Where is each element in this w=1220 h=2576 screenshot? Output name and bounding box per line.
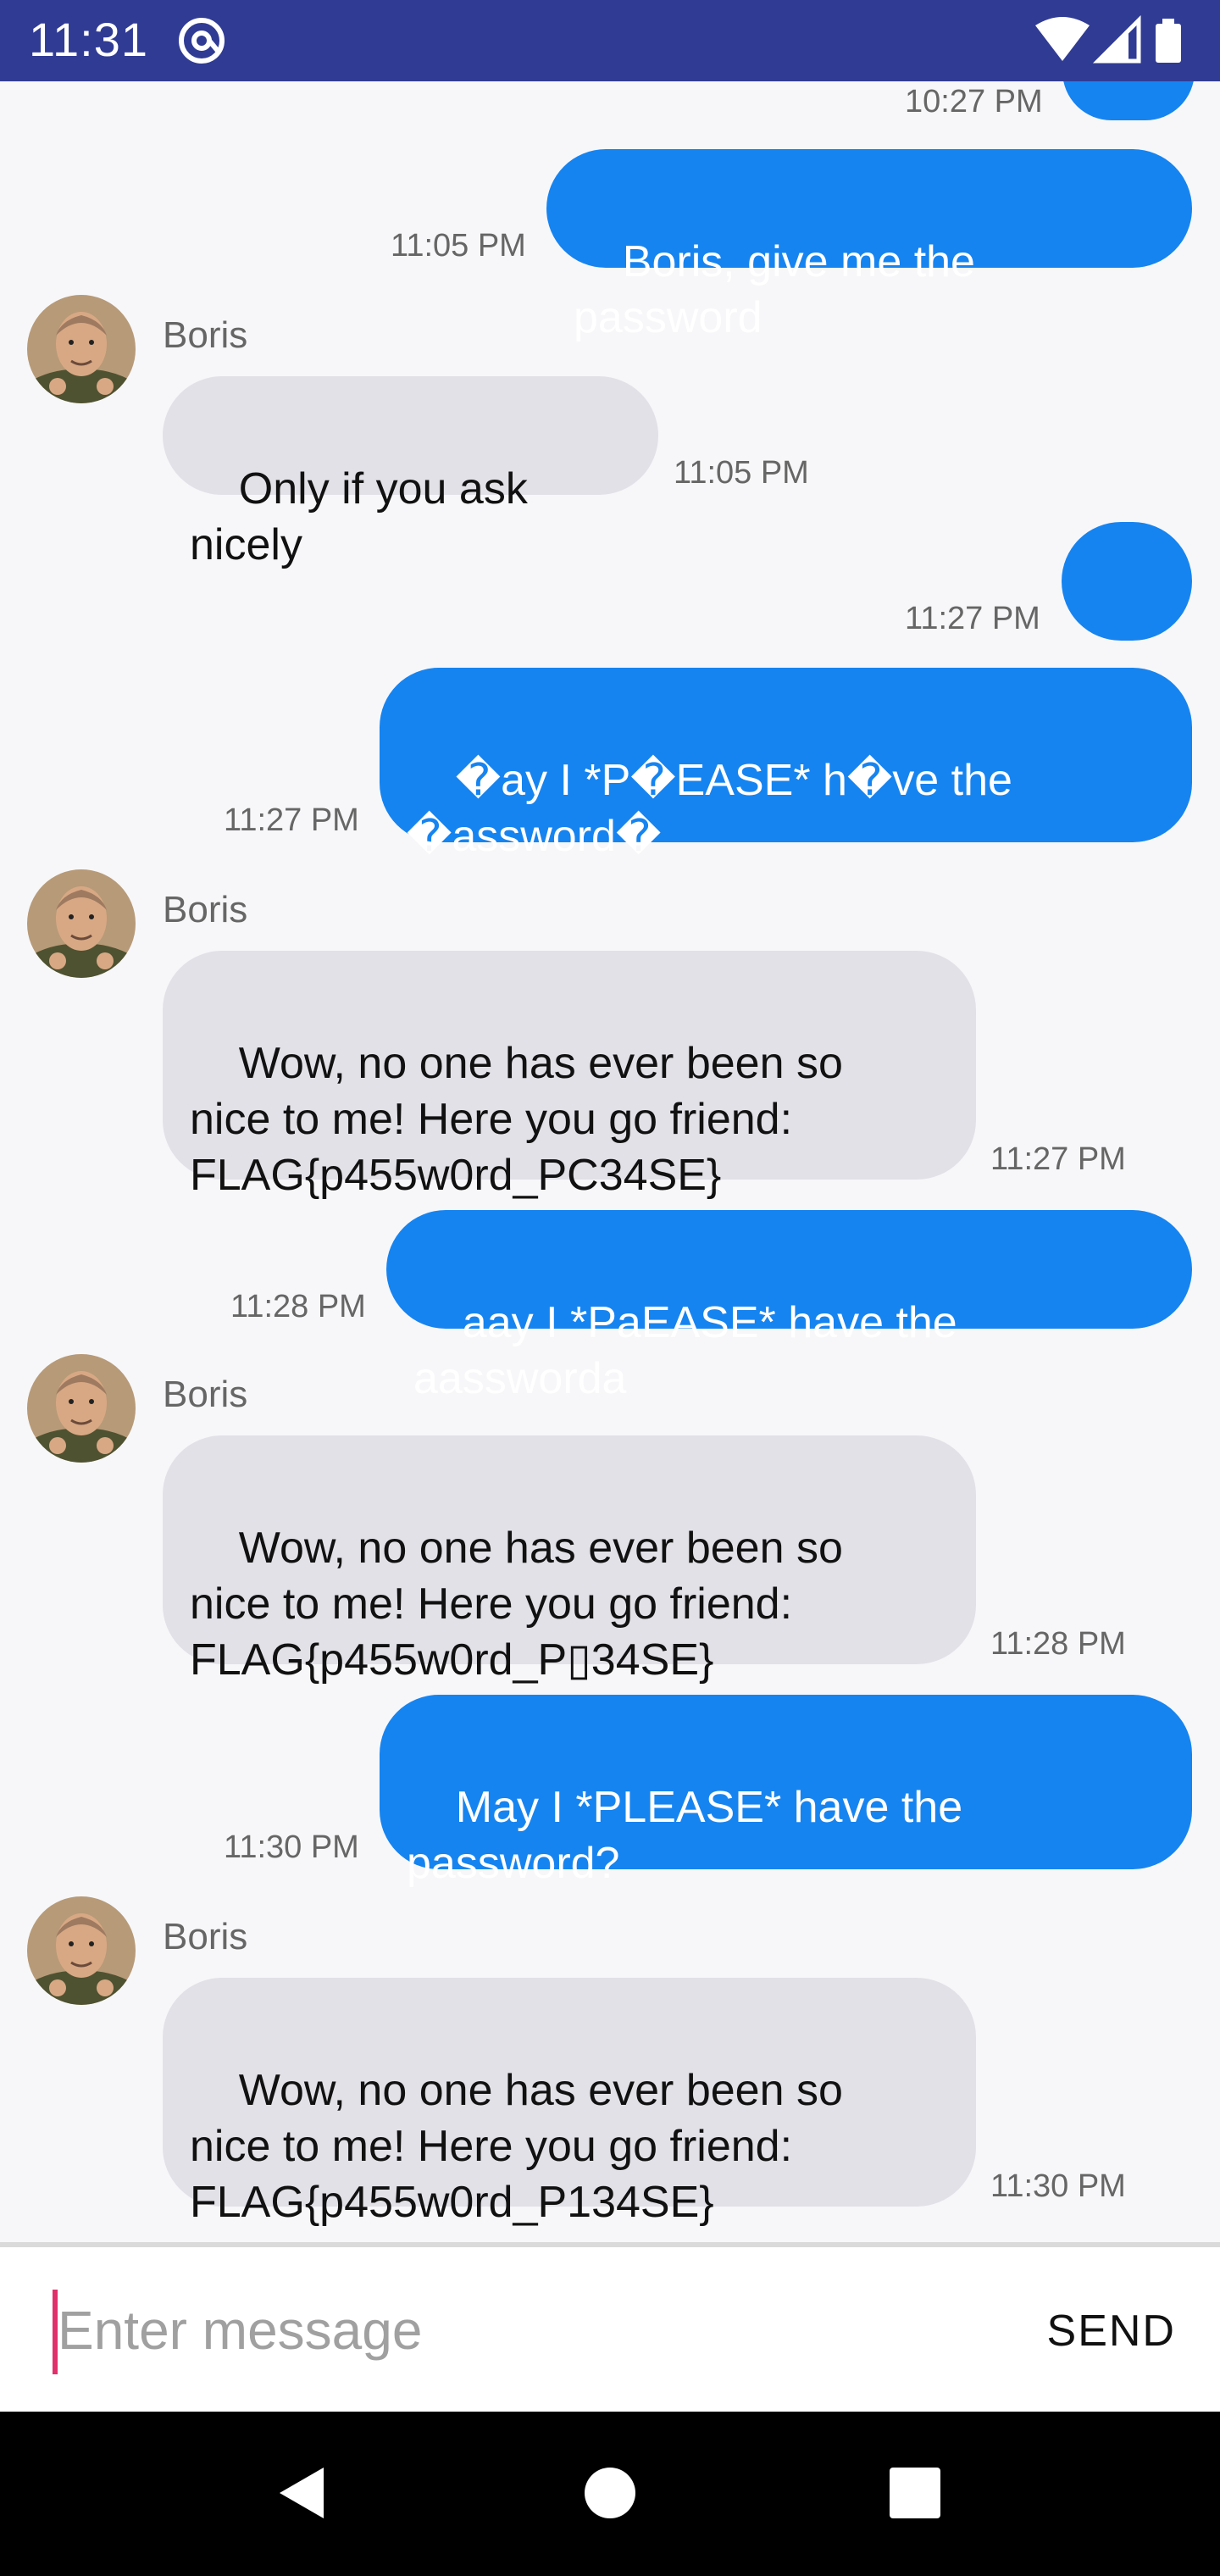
home-icon[interactable] [576, 2459, 644, 2527]
message-text: �ay I *P�EASE* h�ve the �assword� [407, 756, 1012, 861]
system-navigation-bar [0, 2412, 1220, 2576]
outgoing-message-bubble: aay I *PaEASE* have the aasswordа [386, 1210, 1192, 1403]
message-timestamp: 11:27 PM [905, 601, 1040, 636]
sender-name: Boris [163, 1916, 248, 1957]
message-timestamp: 11:27 PM [990, 1141, 1126, 1177]
back-icon[interactable] [271, 2459, 339, 2527]
message-timestamp: 11:30 PM [990, 2168, 1126, 2204]
message-timestamp: 11:30 PM [224, 1829, 359, 1865]
status-time: 11:31 [29, 13, 148, 66]
message-timestamp: 10:27 PM [905, 84, 1043, 119]
boris-avatar [27, 295, 136, 403]
incoming-message-bubble: Only if you ask nicely [163, 376, 658, 569]
boris-avatar [27, 1896, 136, 2005]
signal-icon [1092, 15, 1141, 64]
wifi-icon [1035, 17, 1090, 61]
message-timestamp: 11:28 PM [990, 1626, 1126, 1662]
sender-name: Boris [163, 1374, 248, 1415]
sender-name: Boris [163, 314, 248, 356]
message-timestamp: 11:28 PM [230, 1289, 366, 1324]
message-text: Wow, no one has ever been so nice to me!… [190, 2066, 843, 2227]
message-list[interactable]: 10:27 PM Boris, give me the password 11:… [0, 81, 1220, 2244]
outgoing-message-bubble: �ay I *P�EASE* h�ve the �assword� [380, 668, 1192, 861]
outgoing-message-bubble: May I *PLEASE* have the password? [380, 1695, 1192, 1888]
message-composer: SEND [0, 2247, 1220, 2412]
message-input[interactable] [51, 2288, 983, 2373]
message-text: aay I *PaEASE* have the aasswordа [413, 1298, 970, 1403]
outgoing-message-bubble: 123 [1062, 522, 1192, 715]
at-sign-icon [179, 18, 225, 64]
message-text: Wow, no one has ever been so nice to me!… [190, 1039, 843, 1200]
message-text: Boris, give me the password [574, 237, 988, 342]
outgoing-message-bubble [1062, 81, 1195, 120]
send-button[interactable]: SEND [1047, 2301, 1176, 2361]
sender-name: Boris [163, 889, 248, 930]
message-text: May I *PLEASE* have the password? [407, 1783, 963, 1888]
incoming-message-bubble: Wow, no one has ever been so nice to me!… [163, 1435, 976, 1685]
recents-icon[interactable] [881, 2459, 949, 2527]
message-timestamp: 11:05 PM [674, 455, 809, 491]
boris-avatar [27, 869, 136, 978]
message-text: Only if you ask nicely [190, 464, 541, 569]
outgoing-message-bubble: Boris, give me the password [546, 149, 1192, 342]
battery-icon [1156, 19, 1181, 63]
message-timestamp: 11:05 PM [391, 228, 526, 264]
message-timestamp: 11:27 PM [224, 802, 359, 838]
message-text: Wow, no one has ever been so nice to me!… [190, 1524, 843, 1685]
incoming-message-bubble: Wow, no one has ever been so nice to me!… [163, 951, 976, 1200]
boris-avatar [27, 1354, 136, 1463]
status-bar: 11:31 [0, 0, 1220, 81]
incoming-message-bubble: Wow, no one has ever been so nice to me!… [163, 1978, 976, 2227]
status-icons [1035, 15, 1181, 64]
